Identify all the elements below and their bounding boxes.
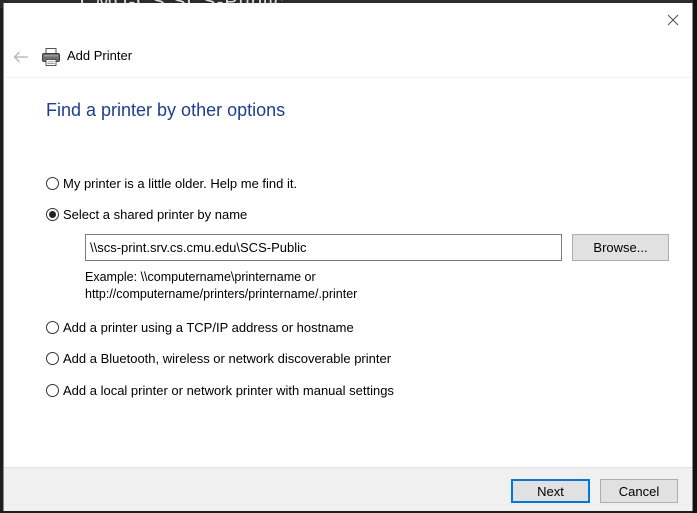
option-bluetooth-printer-label: Add a Bluetooth, wireless or network dis… — [63, 351, 392, 366]
navigation-bar: Add Printer — [4, 37, 692, 78]
browse-button[interactable]: Browse... — [572, 234, 669, 261]
dialog-footer: Next Cancel — [4, 467, 692, 511]
close-icon — [667, 14, 679, 26]
example-line-1: Example: \\computername\printername or — [85, 270, 316, 284]
add-printer-dialog: Add Printer Find a printer by other opti… — [3, 3, 693, 511]
back-button[interactable] — [9, 45, 33, 69]
dialog-title: Add Printer — [67, 48, 133, 63]
close-button[interactable] — [660, 7, 686, 33]
option-tcpip-printer[interactable]: Add a printer using a TCP/IP address or … — [46, 320, 354, 335]
back-arrow-icon — [13, 51, 28, 63]
option-local-printer-label: Add a local printer or network printer w… — [63, 383, 394, 398]
option-shared-printer-label: Select a shared printer by name — [63, 207, 248, 222]
option-local-printer[interactable]: Add a local printer or network printer w… — [46, 383, 394, 398]
option-older-printer[interactable]: My printer is a little older. Help me fi… — [46, 176, 297, 191]
example-line-2: http://computername/printers/printername… — [85, 287, 358, 301]
option-tcpip-printer-label: Add a printer using a TCP/IP address or … — [63, 320, 354, 335]
shared-printer-path-input[interactable] — [85, 234, 562, 261]
radio-shared-printer[interactable] — [46, 208, 59, 221]
radio-bluetooth-printer[interactable] — [46, 352, 59, 365]
radio-tcpip-printer[interactable] — [46, 321, 59, 334]
example-hint: Example: \\computername\printername or h… — [85, 269, 357, 303]
option-older-printer-label: My printer is a little older. Help me fi… — [63, 176, 298, 191]
cancel-button[interactable]: Cancel — [600, 479, 678, 503]
next-button[interactable]: Next — [511, 479, 590, 503]
desktop-edge — [693, 0, 697, 513]
title-bar — [4, 3, 692, 37]
radio-local-printer[interactable] — [46, 384, 59, 397]
option-shared-printer[interactable]: Select a shared printer by name — [46, 207, 247, 222]
printer-icon — [42, 48, 60, 66]
option-bluetooth-printer[interactable]: Add a Bluetooth, wireless or network dis… — [46, 351, 391, 366]
page-heading: Find a printer by other options — [46, 100, 286, 120]
radio-older-printer[interactable] — [46, 177, 59, 190]
